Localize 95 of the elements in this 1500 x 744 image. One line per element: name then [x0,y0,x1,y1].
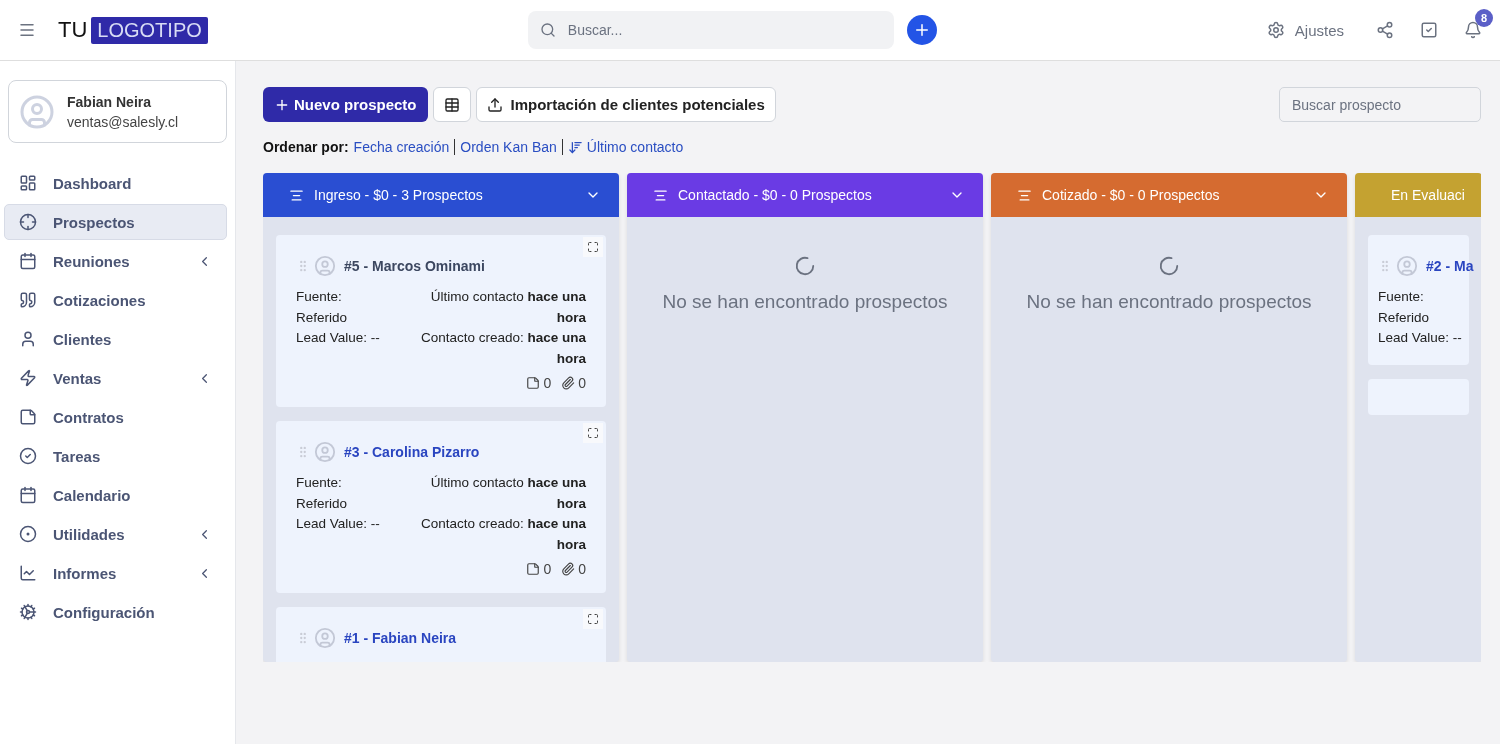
paperclip-icon [561,562,576,576]
prospect-name-link[interactable]: #3 - Carolina Pizarro [344,444,480,460]
source-label: Fuente: [1378,288,1425,306]
nav-item[interactable]: Dashboard [4,165,227,201]
created-text: Contacto creado: hace una hora [419,515,586,554]
table-icon [443,96,460,113]
nav-item[interactable]: Tareas [4,438,227,474]
source-value: Referido [1378,308,1431,327]
lightning-icon [19,369,37,387]
menu-icon[interactable] [18,21,36,39]
sort-link[interactable]: Orden Kan Ban [460,139,557,155]
table-view-button[interactable] [432,87,471,122]
nav-item[interactable]: Reuniones [4,243,227,279]
empty-message: No se han encontrado prospectos [662,291,948,313]
source-label: Fuente: [296,474,343,492]
avatar-icon [19,93,55,130]
source-label: Fuente: [296,288,343,306]
nav-item[interactable]: Cotizaciones [4,282,227,318]
quote-icon [19,291,37,309]
logo-box: LOGOTIPO [91,16,208,44]
column-header[interactable]: Contactado - $0 - 0 Prospectos [627,173,983,217]
note-icon [19,408,37,426]
column-title: En Evaluaci [1391,187,1465,203]
calendar-icon [19,486,37,504]
sort-label: Ordenar por: [263,139,349,155]
notifications-icon[interactable] [1464,21,1482,39]
spinner-icon [794,255,816,277]
avatar-icon [314,627,336,649]
search-icon [539,22,556,38]
notes-count: 0 [543,375,552,391]
lead-value-text: Lead Value: -- [296,329,380,347]
prospect-name-link[interactable]: #1 - Fabian Neira [344,630,457,646]
nav-item[interactable]: Contratos [4,399,227,435]
expand-icon[interactable] [583,609,603,629]
import-button[interactable]: Importación de clientes potenciales [475,87,776,122]
calendar-icon [19,252,37,270]
prospect-name-link[interactable]: #5 - Marcos Ominami [344,258,485,274]
lead-value-text: Lead Value: -- [296,515,380,533]
nav-item[interactable]: Informes [4,555,227,591]
add-button[interactable] [906,15,937,45]
spinner-icon [1158,255,1180,277]
search-field[interactable]: Buscar... [527,11,894,49]
lines-icon [1017,187,1032,203]
column-header[interactable]: Ingreso - $0 - 3 Prospectos [263,173,619,217]
nav-item[interactable]: Prospectos [4,204,227,240]
avatar-icon [1396,255,1418,277]
avatar-icon [314,441,336,463]
settings-icon [1266,21,1285,39]
sort-link[interactable]: Fecha creación [353,139,450,155]
user-card[interactable]: Fabian Neira ventas@salesly.cl [8,80,227,143]
nav-item[interactable]: Calendario [4,477,227,513]
created-text: Contacto creado: hace una hora [419,329,586,368]
nav-item[interactable]: Utilidades [4,516,227,552]
settings-icon [19,603,37,621]
notification-count: 8 [1475,9,1493,27]
user-icon [19,330,37,348]
search-input[interactable]: Buscar... [565,21,882,39]
attachments-count: 0 [578,561,586,577]
lines-icon [289,187,304,203]
column-title: Contactado - $0 - 0 Prospectos [678,187,873,203]
nav-item[interactable]: Configuración [4,594,227,630]
note-icon [526,376,541,390]
nav-item[interactable]: Ventas [4,360,227,396]
user-name: Fabian Neira [67,93,153,110]
crosshair-icon [19,213,37,231]
expand-icon[interactable] [583,237,603,257]
nav-item[interactable]: Clientes [4,321,227,357]
expand-icon[interactable] [583,423,603,443]
lines-icon [653,187,668,203]
share-icon[interactable] [1376,21,1394,39]
column-title: Cotizado - $0 - 0 Prospectos [1042,187,1221,203]
logo-text: TU [58,17,88,43]
avatar-icon [314,255,336,277]
lead-value-text: Lead Value: -- [1378,329,1462,347]
user-email: ventas@salesly.cl [67,113,179,130]
search-field[interactable]: Buscar prospecto [1279,87,1481,122]
prospect-name-link[interactable]: #2 - Ma [1426,258,1474,274]
check-circle-icon [19,447,37,465]
column-header[interactable]: Cotizado - $0 - 0 Prospectos [991,173,1347,217]
settings-button[interactable]: Ajustes [1260,20,1350,40]
attachments-count: 0 [578,375,586,391]
radio-dot-icon [19,525,37,543]
empty-message: No se han encontrado prospectos [1026,291,1312,313]
dashboard-icon [19,174,37,192]
notes-count: 0 [543,561,552,577]
paperclip-icon [561,376,576,390]
new-prospect-button[interactable]: Nuevo prospecto [263,87,428,122]
sort-link[interactable]: Último contacto [567,139,684,155]
line-chart-icon [19,564,37,582]
note-icon [526,562,541,576]
source-value: Referido [296,308,349,327]
column-title: Ingreso - $0 - 3 Prospectos [314,187,484,203]
source-value: Referido [296,494,349,513]
tasks-icon[interactable] [1420,21,1438,39]
upload-icon [486,96,503,113]
